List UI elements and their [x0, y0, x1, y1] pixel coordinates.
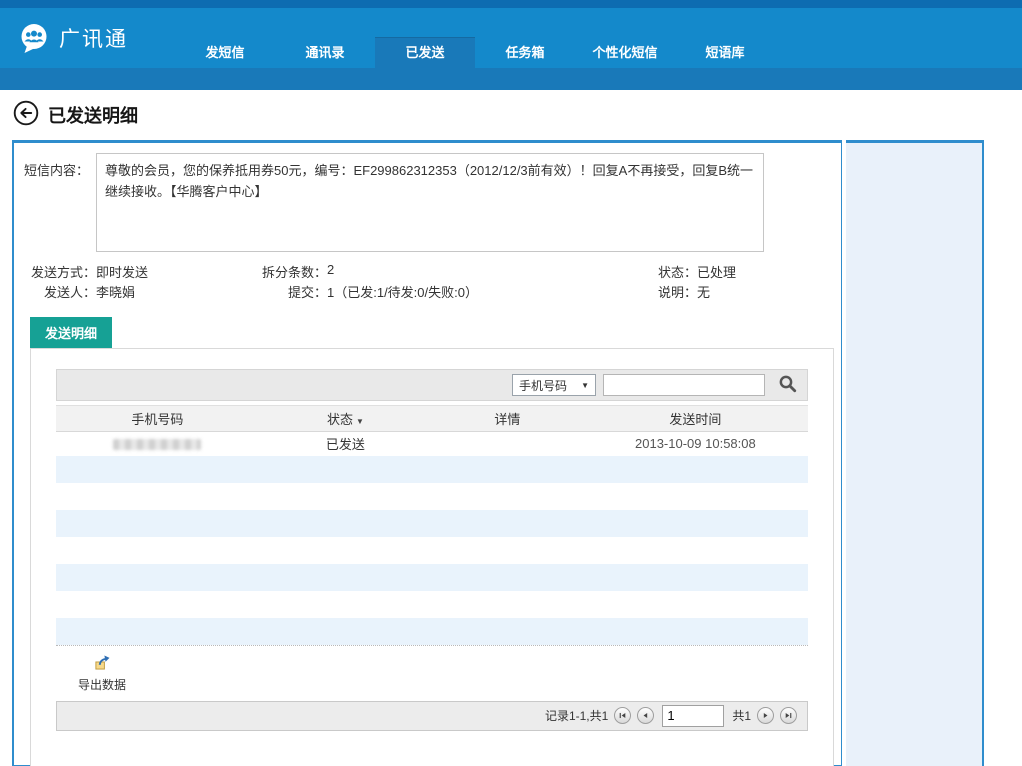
nav-item-send-sms[interactable]: 发短信	[175, 37, 275, 68]
sender-value: 李晓娟	[96, 282, 135, 301]
content-area: 短信内容： 尊敬的会员，您的保养抵用券50元，编号：EF299862312353…	[0, 140, 1022, 766]
table-header-row: 手机号码 状态▼ 详情 发送时间	[56, 406, 808, 432]
brand-bubble-icon	[18, 22, 50, 54]
search-bar: 手机号码 ▼	[56, 369, 808, 401]
page-number-input[interactable]	[662, 705, 724, 727]
empty-table-row	[56, 483, 808, 510]
brand-name: 广讯通	[59, 23, 128, 53]
empty-table-row	[56, 591, 808, 618]
header-bottom-strip	[0, 68, 1022, 90]
nav-item-task-box[interactable]: 任务箱	[475, 37, 575, 68]
header-bar: 广讯通 发短信 通讯录 已发送 任务箱 个性化短信 短语库	[0, 8, 1022, 68]
search-icon	[778, 374, 797, 396]
total-pages-label: 共1	[732, 707, 751, 724]
row-detail	[432, 432, 583, 456]
note-label: 说明：	[649, 282, 697, 301]
sms-content-row: 短信内容： 尊敬的会员，您的保养抵用券50元，编号：EF299862312353…	[14, 153, 841, 252]
export-icon	[94, 653, 111, 673]
right-side-panel	[846, 140, 984, 766]
meta-row-2: 发送人： 李晓娟 提交： 1（已发:1/待发:0/失败:0） 说明： 无	[14, 281, 841, 301]
empty-table-row	[56, 510, 808, 537]
search-input[interactable]	[603, 374, 765, 396]
table-row[interactable]: 已发送 2013-10-09 10:58:08	[56, 432, 808, 456]
col-header-status[interactable]: 状态▼	[259, 406, 432, 432]
chevron-down-icon: ▼	[581, 381, 589, 390]
detail-table-widget: 手机号码 ▼	[56, 369, 808, 731]
nav-item-sent[interactable]: 已发送	[375, 37, 475, 68]
split-count-value: 2	[327, 262, 334, 281]
col-header-detail[interactable]: 详情	[432, 406, 583, 432]
sms-content-label: 短信内容：	[24, 153, 96, 252]
sender-label: 发送人：	[14, 282, 96, 301]
app-header: 广讯通 发短信 通讯录 已发送 任务箱 个性化短信 短语库	[0, 0, 1022, 90]
empty-table-row	[56, 564, 808, 591]
status-value: 已处理	[697, 262, 736, 281]
main-panel: 短信内容： 尊敬的会员，您的保养抵用券50元，编号：EF299862312353…	[12, 140, 842, 766]
main-nav: 发短信 通讯录 已发送 任务箱 个性化短信 短语库	[175, 37, 775, 68]
phone-number-redacted	[113, 439, 201, 450]
message-meta: 发送方式： 即时发送 拆分条数： 2 状态： 已处理 发送人： 李晓娟	[14, 261, 841, 301]
nav-item-personalized-sms[interactable]: 个性化短信	[575, 37, 675, 68]
sms-content-box[interactable]: 尊敬的会员，您的保养抵用券50元，编号：EF299862312353（2012/…	[96, 153, 764, 252]
send-method-value: 即时发送	[96, 262, 148, 281]
split-count-label: 拆分条数：	[249, 262, 327, 281]
detail-table: 手机号码 状态▼ 详情 发送时间 已发送 2013-10-09 10:58:08	[56, 405, 808, 645]
prev-page-button[interactable]	[637, 707, 654, 724]
meta-row-1: 发送方式： 即时发送 拆分条数： 2 状态： 已处理	[14, 261, 841, 281]
sort-down-icon: ▼	[356, 417, 364, 426]
note-value: 无	[697, 282, 710, 301]
submit-label: 提交：	[249, 282, 327, 301]
export-data-label: 导出数据	[78, 676, 126, 693]
search-button[interactable]	[772, 372, 802, 398]
empty-table-row	[56, 618, 808, 645]
next-page-button[interactable]	[757, 707, 774, 724]
export-row: 导出数据	[56, 645, 808, 701]
nav-item-phrase-library[interactable]: 短语库	[675, 37, 775, 68]
status-label: 状态：	[649, 262, 697, 281]
header-top-strip	[0, 0, 1022, 8]
col-header-send-time[interactable]: 发送时间	[583, 406, 808, 432]
page-title: 已发送明细	[48, 102, 138, 128]
search-category-select[interactable]: 手机号码 ▼	[512, 374, 596, 396]
row-send-time: 2013-10-09 10:58:08	[583, 432, 808, 456]
empty-table-row	[56, 456, 808, 483]
record-summary: 记录1-1,共1	[545, 707, 608, 724]
pagination-bar: 记录1-1,共1 共1	[56, 701, 808, 731]
submit-value: 1（已发:1/待发:0/失败:0）	[327, 282, 478, 301]
row-status: 已发送	[259, 432, 432, 456]
back-icon[interactable]	[13, 100, 39, 131]
page-title-row: 已发送明细	[0, 90, 1022, 140]
export-data-button[interactable]: 导出数据	[72, 652, 132, 694]
last-page-button[interactable]	[780, 707, 797, 724]
send-detail-panel: 手机号码 ▼	[30, 348, 834, 766]
nav-item-contacts[interactable]: 通讯录	[275, 37, 375, 68]
app-logo: 广讯通	[18, 22, 128, 54]
first-page-button[interactable]	[614, 707, 631, 724]
search-category-value: 手机号码	[519, 377, 567, 394]
tab-send-detail[interactable]: 发送明细	[30, 317, 112, 348]
col-header-phone[interactable]: 手机号码	[56, 406, 259, 432]
empty-table-row	[56, 537, 808, 564]
send-method-label: 发送方式：	[14, 262, 96, 281]
